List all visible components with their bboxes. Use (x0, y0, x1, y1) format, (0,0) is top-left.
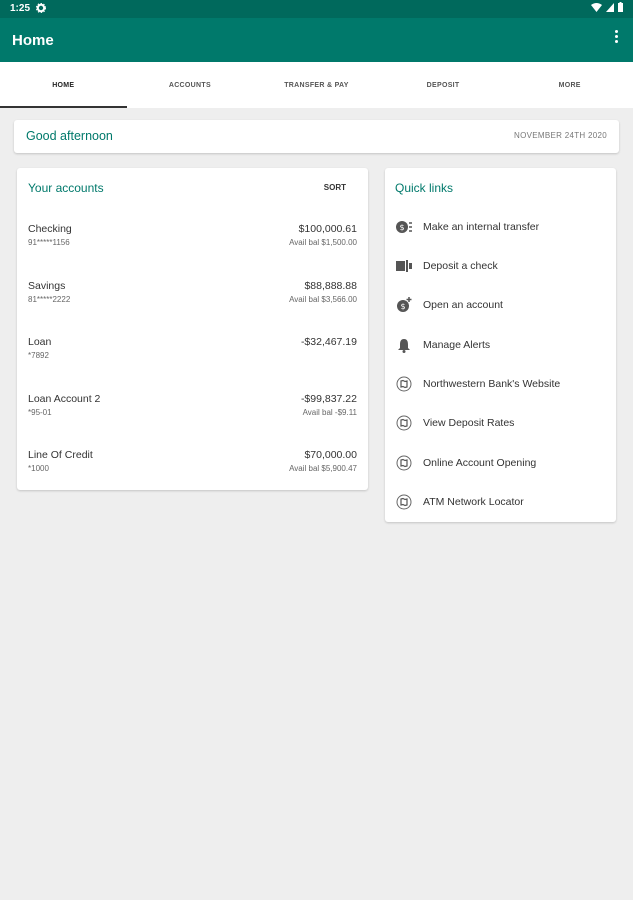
quick-link-bank-website[interactable]: Northwestern Bank's Website (395, 373, 606, 395)
quick-link-deposit-rates[interactable]: View Deposit Rates (395, 412, 606, 434)
account-name: Savings (28, 280, 66, 292)
system-icons (591, 2, 623, 12)
quick-link-atm-locator[interactable]: ATM Network Locator (395, 491, 606, 513)
status-bar: 1:25 (0, 0, 633, 18)
gear-icon (35, 2, 47, 16)
transfer-icon: $ (395, 218, 413, 236)
deposit-check-icon (395, 257, 413, 275)
quick-link-label: Manage Alerts (423, 339, 491, 351)
account-name: Checking (28, 223, 72, 235)
bell-icon (395, 336, 413, 354)
map-icon (395, 454, 413, 472)
account-number: *7892 (28, 351, 49, 360)
signal-icon (606, 2, 614, 12)
tab-deposit[interactable]: DEPOSIT (380, 62, 507, 108)
account-amount: -$99,837.22 (300, 393, 357, 405)
account-number: *95-01 (28, 408, 52, 417)
open-account-icon: $ (395, 296, 413, 314)
account-available-balance: Avail bal $1,500.00 (289, 238, 357, 247)
wifi-icon (591, 2, 602, 12)
account-row[interactable]: Savings 81*****2222 $88,888.88 Avail bal… (28, 280, 357, 320)
account-available-balance: Avail bal -$9.11 (302, 408, 357, 417)
quick-link-label: View Deposit Rates (423, 417, 515, 429)
tab-home[interactable]: HOME (0, 62, 127, 108)
quick-links-title: Quick links (395, 181, 454, 195)
account-available-balance: Avail bal $3,566.00 (289, 295, 357, 304)
account-amount: $88,888.88 (304, 280, 357, 292)
quick-link-label: Online Account Opening (423, 457, 537, 469)
quick-links-card: Quick links $ Make an internal transfer … (385, 168, 616, 522)
quick-link-internal-transfer[interactable]: $ Make an internal transfer (395, 216, 606, 238)
greeting-text: Good afternoon (26, 129, 113, 143)
battery-icon (618, 2, 623, 12)
account-amount: $70,000.00 (304, 449, 357, 461)
account-name: Line Of Credit (28, 449, 93, 461)
account-amount: $100,000.61 (298, 223, 357, 235)
quick-link-label: Open an account (423, 299, 503, 311)
overflow-menu-icon[interactable] (613, 30, 619, 48)
tab-bar: HOME ACCOUNTS TRANSFER & PAY DEPOSIT MOR… (0, 62, 633, 108)
tab-more[interactable]: MORE (506, 62, 633, 108)
quick-link-label: Make an internal transfer (423, 221, 540, 233)
account-row[interactable]: Loan *7892 -$32,467.19 (28, 336, 357, 376)
tab-transfer-pay[interactable]: TRANSFER & PAY (253, 62, 380, 108)
account-name: Loan Account 2 (28, 393, 101, 405)
greeting-card: Good afternoon NOVEMBER 24TH 2020 (14, 120, 619, 153)
account-row[interactable]: Checking 91*****1156 $100,000.61 Avail b… (28, 223, 357, 263)
status-time: 1:25 (10, 3, 31, 14)
quick-link-label: ATM Network Locator (423, 496, 524, 508)
svg-text:$: $ (399, 223, 404, 232)
map-icon (395, 414, 413, 432)
quick-link-deposit-check[interactable]: Deposit a check (395, 255, 606, 277)
quick-link-label: Northwestern Bank's Website (423, 378, 561, 390)
app-bar: Home (0, 18, 633, 62)
quick-link-open-account[interactable]: $ Open an account (395, 294, 606, 316)
accounts-title: Your accounts (28, 181, 104, 195)
account-amount: -$32,467.19 (300, 336, 357, 348)
quick-link-label: Deposit a check (423, 260, 498, 272)
account-number: 91*****1156 (28, 238, 70, 247)
sort-button[interactable]: SORT (324, 183, 346, 192)
quick-link-online-account-opening[interactable]: Online Account Opening (395, 452, 606, 474)
map-icon (395, 493, 413, 511)
svg-text:$: $ (400, 302, 405, 311)
greeting-date: NOVEMBER 24TH 2020 (514, 131, 607, 140)
account-row[interactable]: Line Of Credit *1000 $70,000.00 Avail ba… (28, 449, 357, 489)
accounts-card: Your accounts SORT Checking 91*****1156 … (17, 168, 368, 490)
account-available-balance: Avail bal $5,900.47 (289, 464, 357, 473)
account-row[interactable]: Loan Account 2 *95-01 -$99,837.22 Avail … (28, 393, 357, 433)
account-number: *1000 (28, 464, 49, 473)
account-number: 81*****2222 (28, 295, 71, 304)
map-icon (395, 375, 413, 393)
tab-accounts[interactable]: ACCOUNTS (127, 62, 254, 108)
page-title: Home (12, 32, 54, 49)
quick-link-manage-alerts[interactable]: Manage Alerts (395, 334, 606, 356)
account-name: Loan (28, 336, 52, 348)
